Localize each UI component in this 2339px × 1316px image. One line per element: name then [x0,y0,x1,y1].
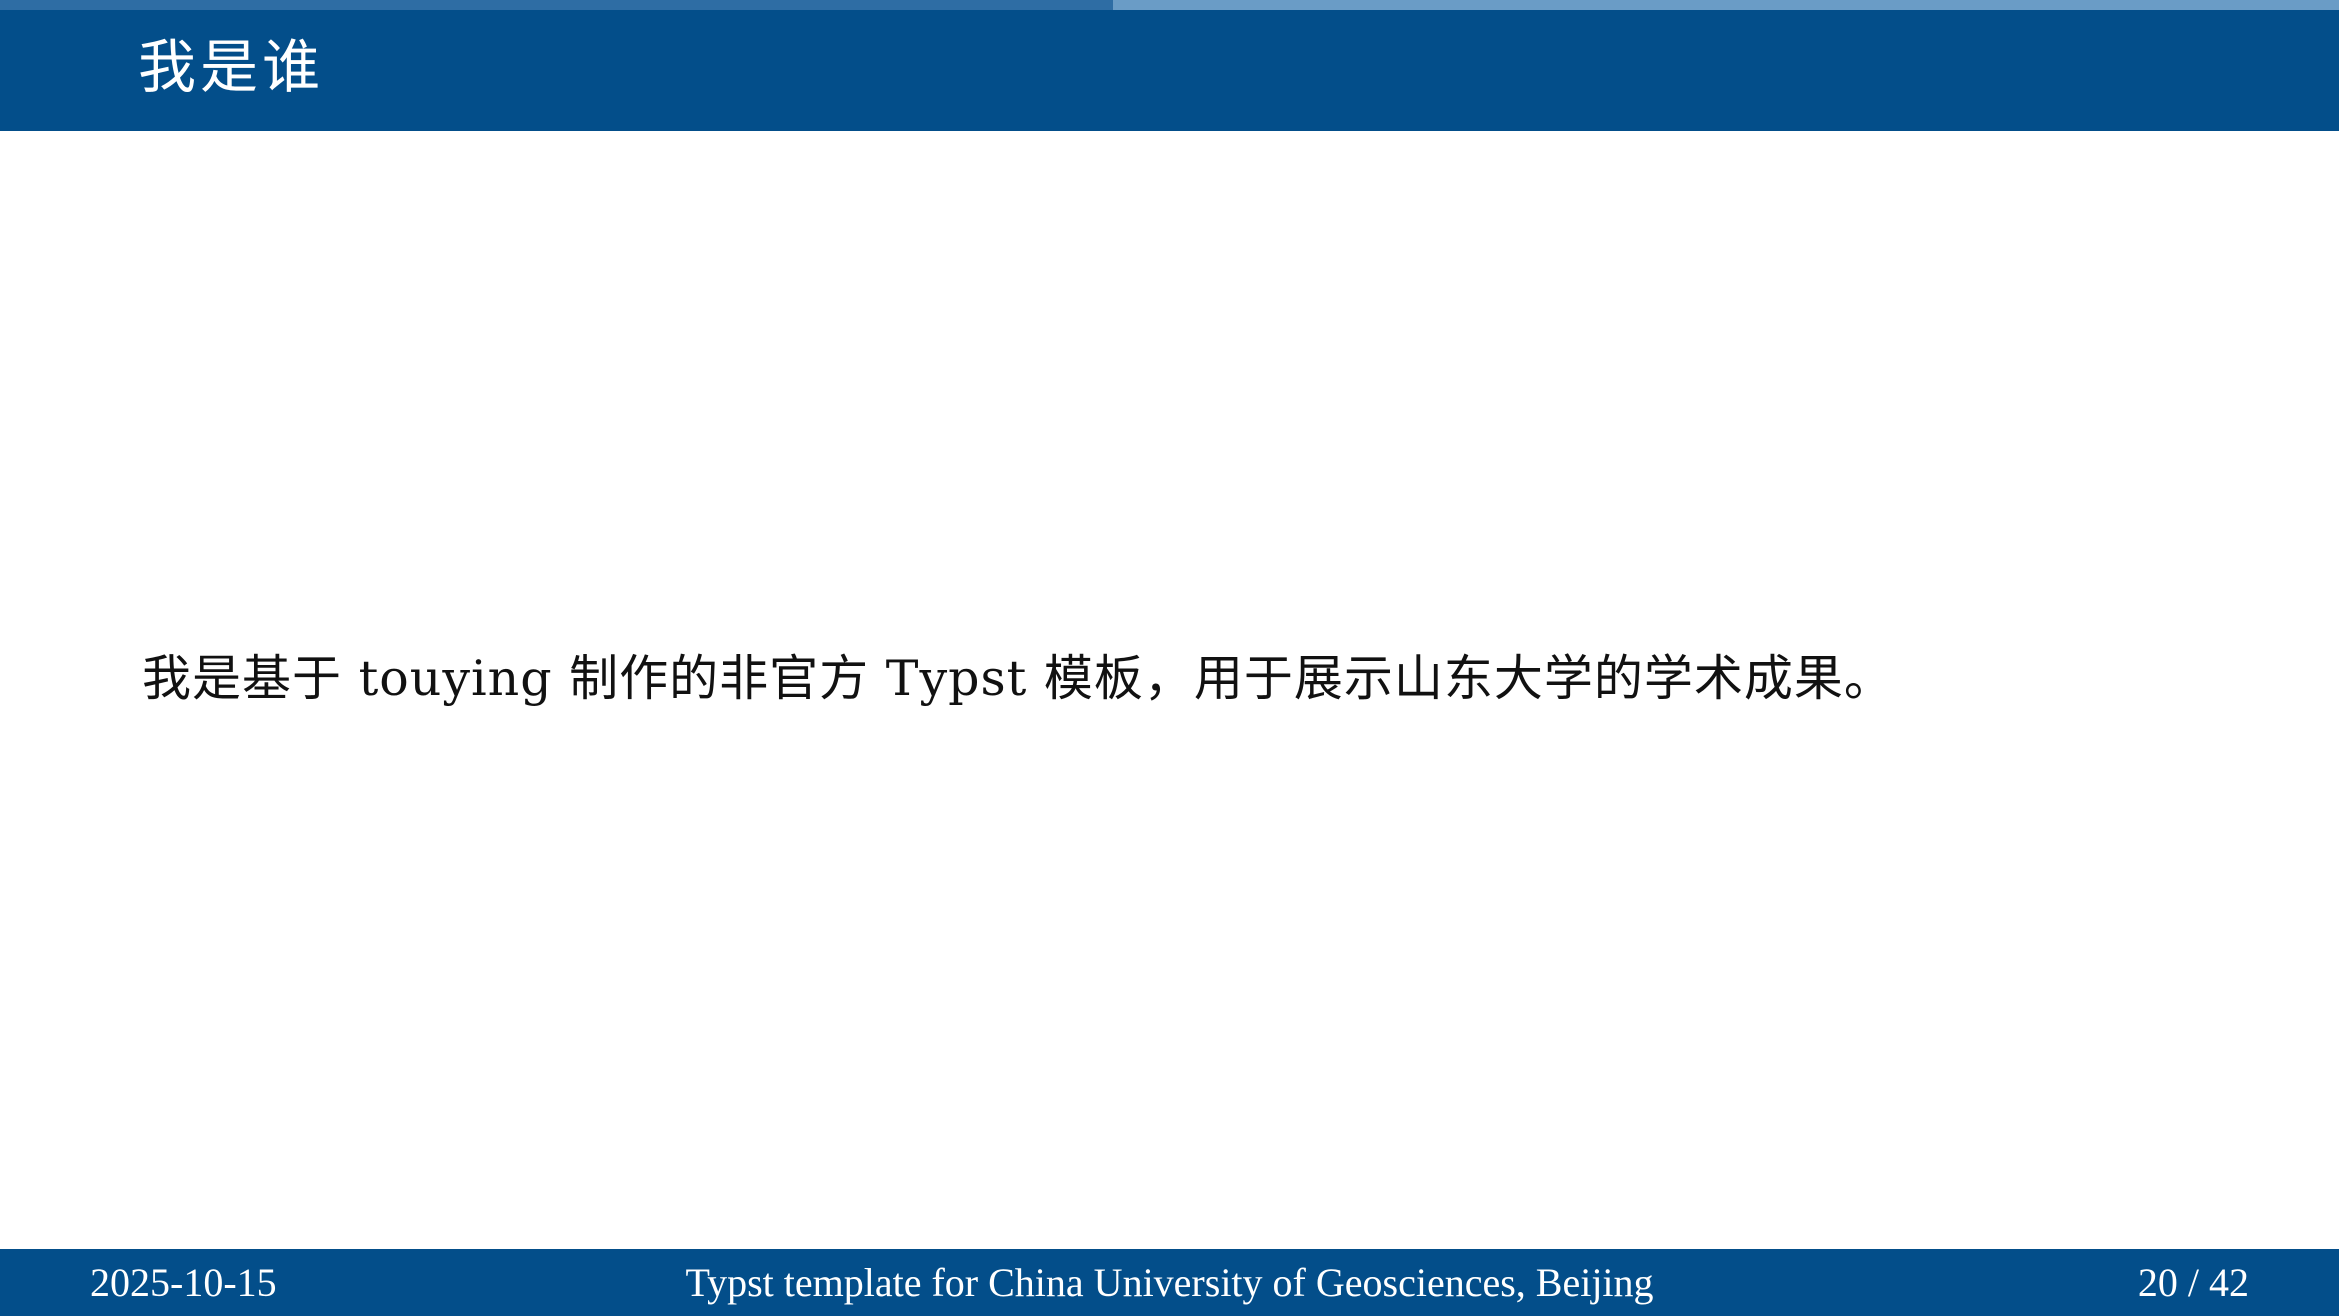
progress-bar-track [0,0,2339,10]
slide-footer: 2025-10-15 Typst template for China Univ… [0,1249,2339,1316]
slide: 我是谁 我是基于 touying 制作的非官方 Typst 模板，用于展示山东大… [0,0,2339,1316]
slide-title: 我是谁 [138,33,325,101]
slide-header: 我是谁 [0,10,2339,131]
footer-date: 2025-10-15 [90,1260,277,1305]
slide-body-text: 我是基于 touying 制作的非官方 Typst 模板，用于展示山东大学的学术… [142,650,1894,707]
footer-page-number: 20 / 42 [2137,1260,2249,1305]
footer-title: Typst template for China University of G… [685,1260,1654,1305]
progress-bar-fill [0,0,1114,10]
